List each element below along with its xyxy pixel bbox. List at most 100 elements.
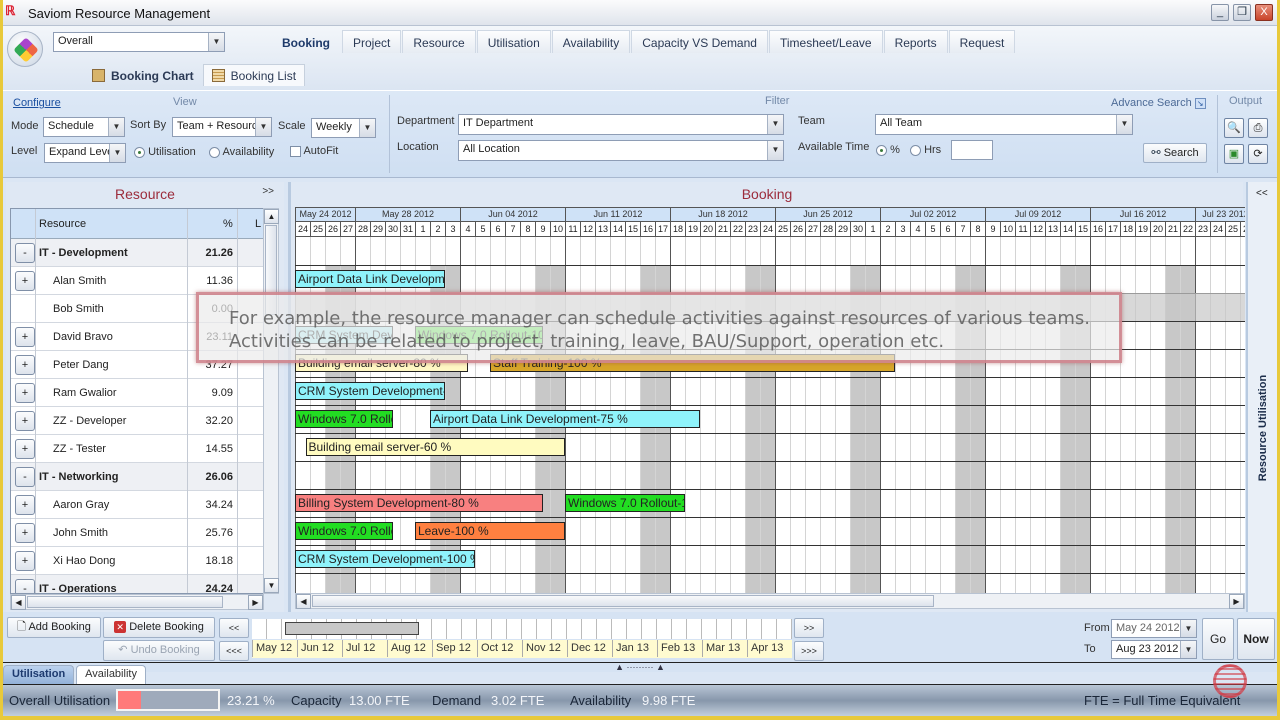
tab-availability[interactable]: Availability [551, 30, 631, 53]
timeline-month[interactable]: Apr 13 [747, 640, 792, 657]
status-tab-utilisation[interactable]: Utilisation [3, 665, 75, 684]
timeline-month[interactable]: Dec 12 [567, 640, 612, 657]
chevron-down-icon[interactable]: ▼ [109, 144, 125, 162]
scroll-right-icon[interactable]: ▶ [1229, 594, 1244, 609]
from-date-select[interactable]: May 24 2012 ▼ [1111, 619, 1197, 638]
expand-icon[interactable]: + [15, 271, 35, 291]
scale-select[interactable]: Weekly ▼ [311, 118, 376, 138]
chevron-down-icon[interactable]: ▼ [255, 118, 271, 136]
radio-checked-icon[interactable] [876, 144, 887, 156]
tab-request[interactable]: Request [948, 30, 1016, 53]
tab-resource[interactable]: Resource [402, 30, 476, 53]
nav-next-button[interactable]: >> [794, 618, 824, 638]
scroll-up-icon[interactable]: ▲ [264, 209, 279, 224]
app-menu-orb[interactable] [7, 31, 43, 67]
tab-utilisation[interactable]: Utilisation [476, 30, 551, 53]
timeline-month[interactable]: Jan 13 [612, 640, 657, 657]
booking-bar[interactable]: Leave-100 % [415, 522, 565, 540]
expand-icon[interactable]: + [15, 411, 35, 431]
expand-icon[interactable]: + [15, 523, 35, 543]
expand-icon[interactable]: + [15, 383, 35, 403]
tab-project[interactable]: Project [342, 30, 402, 53]
chevron-down-icon[interactable]: ▼ [1180, 620, 1196, 637]
timeline-month[interactable]: Jul 12 [342, 640, 387, 657]
group-row[interactable]: - IT - Networking 26.06 [11, 463, 263, 491]
collapse-icon[interactable]: - [15, 579, 35, 593]
resource-row[interactable]: + Alan Smith 11.36 [11, 267, 263, 295]
checkbox-icon[interactable] [290, 145, 301, 157]
resource-vertical-scrollbar[interactable]: ▲ ▼ [263, 208, 279, 594]
booking-bar[interactable]: Building email server-60 % [305, 438, 565, 456]
timeline-overview[interactable] [252, 619, 792, 639]
timeline-month[interactable]: Oct 12 [477, 640, 522, 657]
chevron-down-icon[interactable]: ▼ [108, 118, 124, 136]
collapse-icon[interactable]: - [15, 467, 35, 487]
collapse-panel-button[interactable]: >> [262, 186, 274, 197]
utilisation-option[interactable]: Utilisation [134, 146, 196, 158]
configure-link[interactable]: Configure [13, 97, 61, 109]
panel-splitter[interactable]: ▲ ········· ▲ [3, 662, 1277, 672]
undo-booking-button[interactable]: ↶ Undo Booking [103, 640, 215, 661]
booking-bar[interactable]: Windows 7.0 Rollout-10 [295, 522, 393, 540]
now-button[interactable]: Now [1237, 618, 1275, 660]
hrs-input[interactable] [951, 140, 993, 160]
chevron-down-icon[interactable]: ▼ [767, 115, 783, 134]
restore-button[interactable]: ❐ [1233, 4, 1251, 21]
expand-arrow-icon[interactable]: ↘ [1194, 98, 1206, 109]
resource-row[interactable]: + Aaron Gray 34.24 [11, 491, 263, 519]
timeline-month[interactable]: Mar 13 [702, 640, 747, 657]
radio-icon[interactable] [209, 146, 220, 158]
print-icon[interactable]: ⎙ [1248, 118, 1268, 138]
booking-gantt-chart[interactable]: May 24 2012 May 28 2012 Jun 04 2012 Jun 11 … [295, 207, 1245, 593]
expand-icon[interactable]: + [15, 355, 35, 375]
subtab-booking-chart[interactable]: Booking Chart [83, 64, 203, 86]
minimize-button[interactable]: _ [1211, 4, 1229, 21]
mode-select[interactable]: Schedule ▼ [43, 117, 125, 137]
timeline-month[interactable]: Aug 12 [387, 640, 432, 657]
booking-bar[interactable]: Windows 7.0 Rollout-100 % [565, 494, 685, 512]
search-button[interactable]: ⚯ Search [1143, 143, 1207, 163]
go-button[interactable]: Go [1202, 618, 1234, 660]
booking-horizontal-scrollbar[interactable]: ◀ ▶ [295, 593, 1245, 609]
resource-row[interactable]: + ZZ - Developer 32.20 [11, 407, 263, 435]
availability-option[interactable]: Availability [209, 146, 274, 158]
resource-utilisation-sidebar[interactable]: << Resource Utilisation [1246, 182, 1277, 612]
scroll-left-icon[interactable]: ◀ [296, 594, 311, 609]
timeline-month[interactable]: Feb 13 [657, 640, 702, 657]
view-selector[interactable]: Overall ▼ [53, 32, 225, 52]
department-select[interactable]: IT Department ▼ [458, 114, 784, 135]
advance-search-link[interactable]: Advance Search ↘ [1111, 97, 1206, 109]
chevron-down-icon[interactable]: ▼ [359, 119, 375, 137]
expand-icon[interactable]: + [15, 327, 35, 347]
booking-bar[interactable]: Airport Data Link Development-75 % [430, 410, 700, 428]
close-button[interactable]: X [1255, 4, 1273, 21]
radio-checked-icon[interactable] [134, 146, 145, 158]
column-header-resource[interactable]: Resource [39, 218, 86, 230]
chevron-down-icon[interactable]: ▼ [208, 33, 224, 51]
column-header-percent[interactable]: % [223, 218, 233, 230]
expand-icon[interactable]: + [15, 495, 35, 515]
timeline-range-selector[interactable] [285, 622, 419, 635]
level-select[interactable]: Expand Leve ▼ [44, 143, 126, 163]
subtab-booking-list[interactable]: Booking List [202, 64, 306, 86]
nav-next-far-button[interactable]: >>> [794, 641, 824, 661]
expand-icon[interactable]: + [15, 551, 35, 571]
timeline-month[interactable]: Nov 12 [522, 640, 567, 657]
radio-icon[interactable] [910, 144, 921, 156]
chevron-down-icon[interactable]: ▼ [767, 141, 783, 160]
timeline-month[interactable]: Sep 12 [432, 640, 477, 657]
hrs-option[interactable]: Hrs [910, 144, 941, 156]
location-select[interactable]: All Location ▼ [458, 140, 784, 161]
status-tab-availability[interactable]: Availability [76, 665, 146, 684]
autofit-option[interactable]: AutoFit [290, 145, 338, 157]
scroll-thumb[interactable] [312, 595, 934, 607]
excel-export-icon[interactable]: ▣ [1224, 144, 1244, 164]
column-header-l[interactable]: L [255, 218, 261, 230]
refresh-icon[interactable]: ⟳ [1248, 144, 1268, 164]
add-booking-button[interactable]: 🗋 Add Booking [7, 617, 101, 638]
resource-row[interactable]: + John Smith 25.76 [11, 519, 263, 547]
timeline-month[interactable]: Jun 12 [297, 640, 342, 657]
tab-booking[interactable]: Booking [271, 30, 341, 53]
booking-bar[interactable]: Airport Data Link Development - Build [295, 270, 445, 288]
tab-timesheet-leave[interactable]: Timesheet/Leave [768, 30, 883, 53]
